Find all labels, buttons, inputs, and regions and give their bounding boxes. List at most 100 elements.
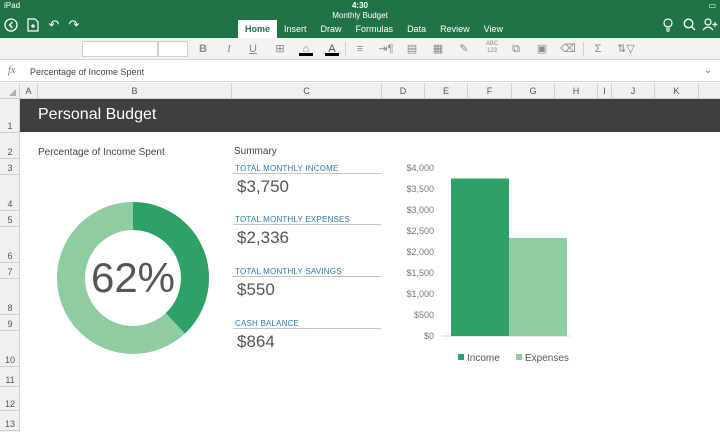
tab-view[interactable]: View	[477, 20, 510, 38]
column-header-j[interactable]: J	[612, 83, 655, 99]
kpi-savings-label[interactable]: TOTAL MONTHLY SAVINGS	[235, 267, 342, 276]
percent-heading[interactable]: Percentage of Income Spent	[38, 147, 165, 158]
redo-icon[interactable]: ↷	[66, 16, 82, 34]
column-header-a[interactable]: A	[20, 83, 38, 99]
font-color-button[interactable]: A	[323, 41, 341, 57]
document-title: Monthly Budget	[332, 11, 388, 20]
row-header[interactable]: 8	[0, 279, 20, 315]
merge-icon[interactable]: ▤	[404, 41, 420, 57]
kpi-savings-value[interactable]: $550	[237, 280, 275, 300]
bold-button[interactable]: B	[196, 41, 210, 57]
row-headers: 1 2 3 4 5 6 7 8 9 10 11 12 13	[0, 99, 20, 432]
spelling-button[interactable]: ABC 123	[481, 41, 503, 57]
column-header-i[interactable]: I	[598, 83, 612, 99]
tab-home[interactable]: Home	[238, 20, 278, 38]
insert-cells-icon[interactable]: ▣	[534, 41, 550, 57]
column-header-b[interactable]: B	[38, 83, 232, 99]
summary-heading[interactable]: Summary	[234, 146, 277, 157]
chevron-down-icon[interactable]: ⌄	[704, 65, 712, 76]
bar-expenses[interactable]	[509, 237, 567, 336]
lightbulb-icon[interactable]	[660, 16, 676, 34]
y-tick-label: $3,500	[406, 184, 434, 194]
function-icon: fx	[8, 65, 16, 76]
y-tick-label: $0	[424, 331, 434, 341]
column-header-e[interactable]: E	[425, 83, 468, 99]
back-icon[interactable]	[2, 16, 20, 34]
kpi-income-label[interactable]: TOTAL MONTHLY INCOME	[235, 164, 339, 173]
kpi-expenses-value[interactable]: $2,336	[237, 228, 289, 248]
tab-draw[interactable]: Draw	[314, 20, 349, 38]
row-header[interactable]: 9	[0, 315, 20, 331]
tab-data[interactable]: Data	[400, 20, 433, 38]
fill-color-swatch	[299, 53, 313, 56]
toolbar-divider	[345, 42, 346, 56]
kpi-cash-value[interactable]: $864	[237, 332, 275, 352]
income-spent-donut[interactable]: 62%	[57, 202, 209, 354]
battery-icon: ▭	[708, 1, 716, 10]
row-header[interactable]: 3	[0, 159, 20, 175]
income-expenses-chart[interactable]: $0 $500 $1,000 $1,500 $2,000 $2,500 $3,000 $3,5…	[392, 158, 592, 368]
column-header-f[interactable]: F	[468, 83, 512, 99]
borders-icon[interactable]: ⊞	[272, 41, 288, 57]
tab-insert[interactable]: Insert	[277, 20, 314, 38]
select-all-button[interactable]	[0, 83, 20, 99]
file-icon[interactable]	[24, 16, 42, 34]
tab-formulas[interactable]: Formulas	[349, 20, 401, 38]
cell-styles-icon[interactable]: ⧉	[508, 41, 524, 57]
row-header[interactable]: 11	[0, 367, 20, 387]
legend-swatch-expenses	[516, 354, 522, 360]
wrap-text-icon[interactable]: ⇥¶	[378, 41, 394, 57]
align-icon[interactable]: ≡	[352, 41, 368, 57]
search-icon[interactable]	[681, 16, 697, 34]
font-name-box[interactable]	[82, 41, 158, 57]
kpi-cash-label[interactable]: CASH BALANCE	[235, 319, 299, 328]
kpi-divider	[233, 173, 381, 174]
row-header[interactable]: 13	[0, 411, 20, 431]
add-person-icon[interactable]	[701, 16, 719, 34]
column-header-k[interactable]: K	[655, 83, 699, 99]
sheet-title[interactable]: Personal Budget	[38, 106, 156, 124]
row-header[interactable]: 12	[0, 387, 20, 411]
number-format-icon[interactable]: ▦	[430, 41, 446, 57]
legend-label-expenses: Expenses	[525, 353, 569, 364]
italic-button[interactable]: I	[222, 41, 236, 57]
format-as-table-icon[interactable]: ✎	[456, 41, 472, 57]
sort-filter-icon[interactable]: ⇅▽	[616, 41, 636, 57]
column-header-c[interactable]: C	[232, 83, 382, 99]
kpi-expenses-label[interactable]: TOTAL MONTHLY EXPENSES	[235, 215, 350, 224]
row-header[interactable]: 6	[0, 227, 20, 263]
font-size-box[interactable]	[158, 41, 188, 57]
row-header[interactable]: 5	[0, 211, 20, 227]
column-header-g[interactable]: G	[512, 83, 555, 99]
status-time: 4:30	[351, 1, 368, 10]
font-color-swatch	[325, 53, 339, 56]
formula-content[interactable]: Percentage of Income Spent	[30, 67, 144, 77]
toolbar-divider	[583, 42, 584, 56]
clear-icon[interactable]: ⌫	[560, 41, 576, 57]
y-tick-label: $4,000	[406, 163, 434, 173]
tab-review[interactable]: Review	[433, 20, 477, 38]
y-tick-label: $1,500	[406, 268, 434, 278]
row-header[interactable]: 2	[0, 133, 20, 159]
y-tick-label: $2,000	[406, 247, 434, 257]
status-bar: iPad 4:30 ▭	[0, 0, 720, 10]
row-header[interactable]: 4	[0, 175, 20, 211]
kpi-divider	[233, 224, 381, 225]
y-tick-label: $1,000	[406, 289, 434, 299]
ribbon-tabs: Home Insert Draw Formulas Data Review Vi…	[238, 20, 510, 38]
app-header: iPad 4:30 ▭ Monthly Budget ↶ ↷ Home Inse…	[0, 0, 720, 38]
undo-icon[interactable]: ↶	[46, 16, 62, 34]
kpi-income-value[interactable]: $3,750	[237, 177, 289, 197]
row-header[interactable]: 10	[0, 331, 20, 367]
underline-button[interactable]: U	[246, 41, 260, 57]
bar-income[interactable]	[451, 178, 509, 337]
column-header-d[interactable]: D	[382, 83, 425, 99]
kpi-divider	[233, 328, 381, 329]
row-header[interactable]: 1	[0, 99, 20, 133]
y-tick-label: $2,500	[406, 226, 434, 236]
row-header[interactable]: 7	[0, 263, 20, 279]
autosum-icon[interactable]: Σ	[590, 41, 606, 57]
formula-bar[interactable]: fx Percentage of Income Spent ⌄	[0, 62, 720, 82]
fill-color-button[interactable]: ⌂	[297, 41, 315, 57]
column-header-h[interactable]: H	[555, 83, 598, 99]
